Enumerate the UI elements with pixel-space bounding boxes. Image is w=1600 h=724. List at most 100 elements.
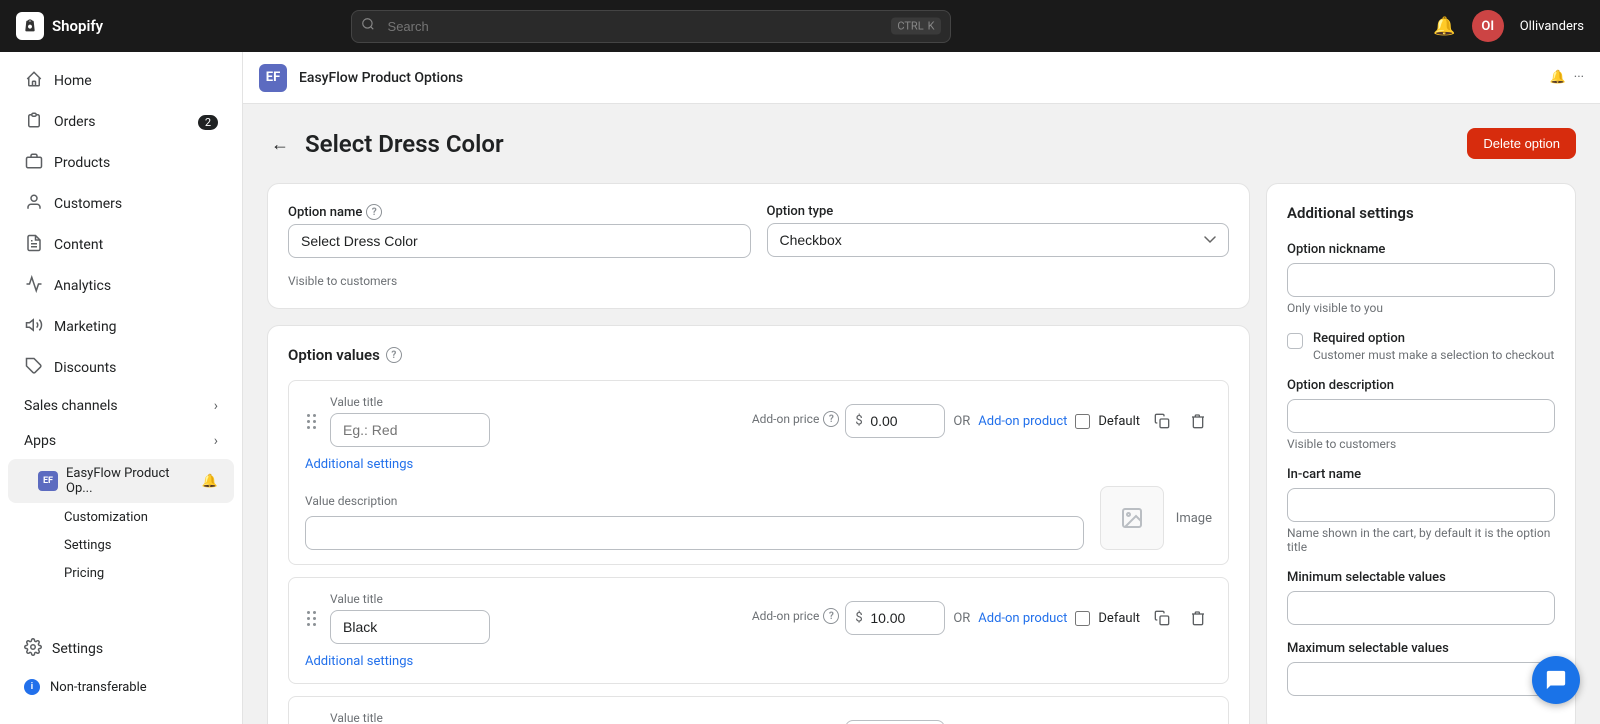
value-row-1-bottom: Value description Image (305, 486, 1212, 550)
sidebar-apps[interactable]: Apps › (8, 424, 234, 458)
image-label-1: Image (1176, 511, 1212, 526)
price-help-icon-2[interactable]: ? (823, 608, 839, 624)
sidebar-app-customization[interactable]: Customization (8, 504, 234, 531)
search-input[interactable] (351, 10, 951, 43)
marketing-icon (24, 316, 44, 338)
or-text-1: OR (953, 414, 970, 429)
value-row-1: Value title Add-on price ? (288, 380, 1229, 565)
sidebar-item-marketing-label: Marketing (54, 319, 117, 335)
delete-btn-1[interactable] (1184, 407, 1212, 435)
value-title-label-1: Value title (330, 395, 740, 409)
non-transferable-label: Non-transferable (50, 680, 147, 695)
app-header-more-icon[interactable]: ··· (1574, 70, 1584, 85)
sidebar-app-pricing[interactable]: Pricing (8, 560, 234, 587)
easyflow-icon: EF (38, 471, 58, 491)
required-option-hint: Customer must make a selection to checko… (1313, 348, 1554, 362)
shopify-logo[interactable]: Shopify (16, 12, 103, 40)
app-header-bell-icon[interactable]: 🔔 (1550, 70, 1566, 85)
sidebar-item-marketing[interactable]: Marketing (8, 307, 234, 347)
option-name-group: Option name ? (288, 204, 751, 258)
copy-btn-2[interactable] (1148, 604, 1176, 632)
option-description-input[interactable] (1287, 399, 1555, 433)
default-checkbox-2[interactable] (1075, 611, 1090, 626)
sidebar-sales-channels[interactable]: Sales channels › (8, 389, 234, 423)
required-option-checkbox[interactable] (1287, 333, 1303, 349)
sidebar-item-orders[interactable]: Orders 2 (8, 102, 234, 142)
value-price-group-2: Add-on price ? $ OR (752, 601, 1212, 635)
option-name-input[interactable] (288, 224, 751, 258)
value-price-group-1: Add-on price ? $ OR (752, 404, 1212, 438)
default-label-2: Default (1098, 611, 1140, 626)
page-content: ← Select Dress Color Delete option Optio… (243, 104, 1600, 724)
min-selectable-input[interactable] (1287, 591, 1555, 625)
content-icon (24, 234, 44, 256)
delete-btn-2[interactable] (1184, 604, 1212, 632)
or-text-2: OR (953, 611, 970, 626)
topbar-right: 🔔 OI Ollivanders (1433, 10, 1584, 42)
default-checkbox-1[interactable] (1075, 414, 1090, 429)
value-title-group-1: Value title (330, 395, 740, 447)
additional-settings-link-2[interactable]: Additional settings (305, 654, 413, 669)
sidebar-item-orders-label: Orders (54, 114, 96, 130)
option-nickname-input[interactable] (1287, 263, 1555, 297)
value-title-group-3: Value title (330, 711, 740, 724)
max-selectable-label: Maximum selectable values (1287, 641, 1555, 656)
sidebar-item-analytics[interactable]: Analytics (8, 266, 234, 306)
copy-btn-1[interactable] (1148, 407, 1176, 435)
main-area: EF EasyFlow Product Options 🔔 ··· ← Sele… (243, 52, 1600, 724)
image-upload-1[interactable] (1100, 486, 1164, 550)
back-button[interactable]: ← (267, 131, 293, 157)
app-header-title: EasyFlow Product Options (299, 70, 463, 86)
sidebar-app-settings[interactable]: Settings (8, 532, 234, 559)
sidebar-item-content[interactable]: Content (8, 225, 234, 265)
app-header-right: 🔔 ··· (1550, 70, 1584, 85)
sidebar-settings[interactable]: Settings (8, 629, 234, 669)
min-selectable-label: Minimum selectable values (1287, 570, 1555, 585)
add-on-price-label-1: Add-on price ? (752, 411, 840, 427)
main-column: Option name ? Option type (267, 183, 1250, 724)
in-cart-name-input[interactable] (1287, 488, 1555, 522)
option-description-field: Option description Visible to customers (1287, 378, 1555, 451)
search-bar[interactable]: CTRL K (351, 10, 951, 43)
option-type-select[interactable]: Checkbox Radio Dropdown Text Color (767, 223, 1230, 257)
sidebar-item-discounts[interactable]: Discounts (8, 348, 234, 388)
option-type-select-wrapper: Checkbox Radio Dropdown Text Color (767, 223, 1230, 258)
avatar[interactable]: OI (1472, 10, 1504, 42)
additional-settings-title: Additional settings (1287, 204, 1555, 222)
drag-handle-2[interactable] (305, 609, 318, 628)
option-name-help-icon[interactable]: ? (366, 204, 382, 220)
store-name[interactable]: Ollivanders (1520, 19, 1584, 34)
sidebar-easyflow-app[interactable]: EF EasyFlow Product Op... 🔔 (8, 459, 234, 503)
option-values-help-icon[interactable]: ? (386, 347, 402, 363)
option-nickname-hint: Only visible to you (1287, 301, 1555, 315)
max-selectable-input[interactable] (1287, 662, 1555, 696)
chat-button[interactable] (1532, 656, 1580, 704)
orders-badge: 2 (198, 115, 218, 130)
sidebar-item-customers[interactable]: Customers (8, 184, 234, 224)
price-input-3[interactable] (845, 720, 945, 724)
in-cart-name-label: In-cart name (1287, 467, 1555, 482)
sidebar-item-home[interactable]: Home (8, 61, 234, 101)
drag-handle-1[interactable] (305, 412, 318, 431)
notification-bell-icon[interactable]: 🔔 (1433, 16, 1455, 37)
price-help-icon-1[interactable]: ? (823, 411, 839, 427)
value-description-input-1[interactable] (305, 516, 1084, 550)
app-header: EF EasyFlow Product Options 🔔 ··· (243, 52, 1600, 104)
topbar: Shopify CTRL K 🔔 OI Ollivanders (0, 0, 1600, 52)
min-selectable-field: Minimum selectable values (1287, 570, 1555, 625)
two-col-layout: Option name ? Option type (267, 183, 1576, 724)
in-cart-name-hint: Name shown in the cart, by default it is… (1287, 526, 1555, 554)
value-description-label-1: Value description (305, 494, 1084, 508)
add-on-product-link-2[interactable]: Add-on product (978, 611, 1067, 626)
value-row-3: Value title Add-on price ? (288, 696, 1229, 724)
sidebar-item-products[interactable]: Products (8, 143, 234, 183)
add-on-price-label-2: Add-on price ? (752, 608, 840, 624)
value-title-input-1[interactable] (330, 413, 490, 447)
products-icon (24, 152, 44, 174)
additional-settings-link-1[interactable]: Additional settings (305, 457, 413, 472)
delete-option-button[interactable]: Delete option (1467, 128, 1576, 159)
option-description-label: Option description (1287, 378, 1555, 393)
add-on-product-link-1[interactable]: Add-on product (978, 414, 1067, 429)
value-price-group-3: Add-on price ? $ OR (752, 720, 1212, 724)
value-title-input-2[interactable] (330, 610, 490, 644)
